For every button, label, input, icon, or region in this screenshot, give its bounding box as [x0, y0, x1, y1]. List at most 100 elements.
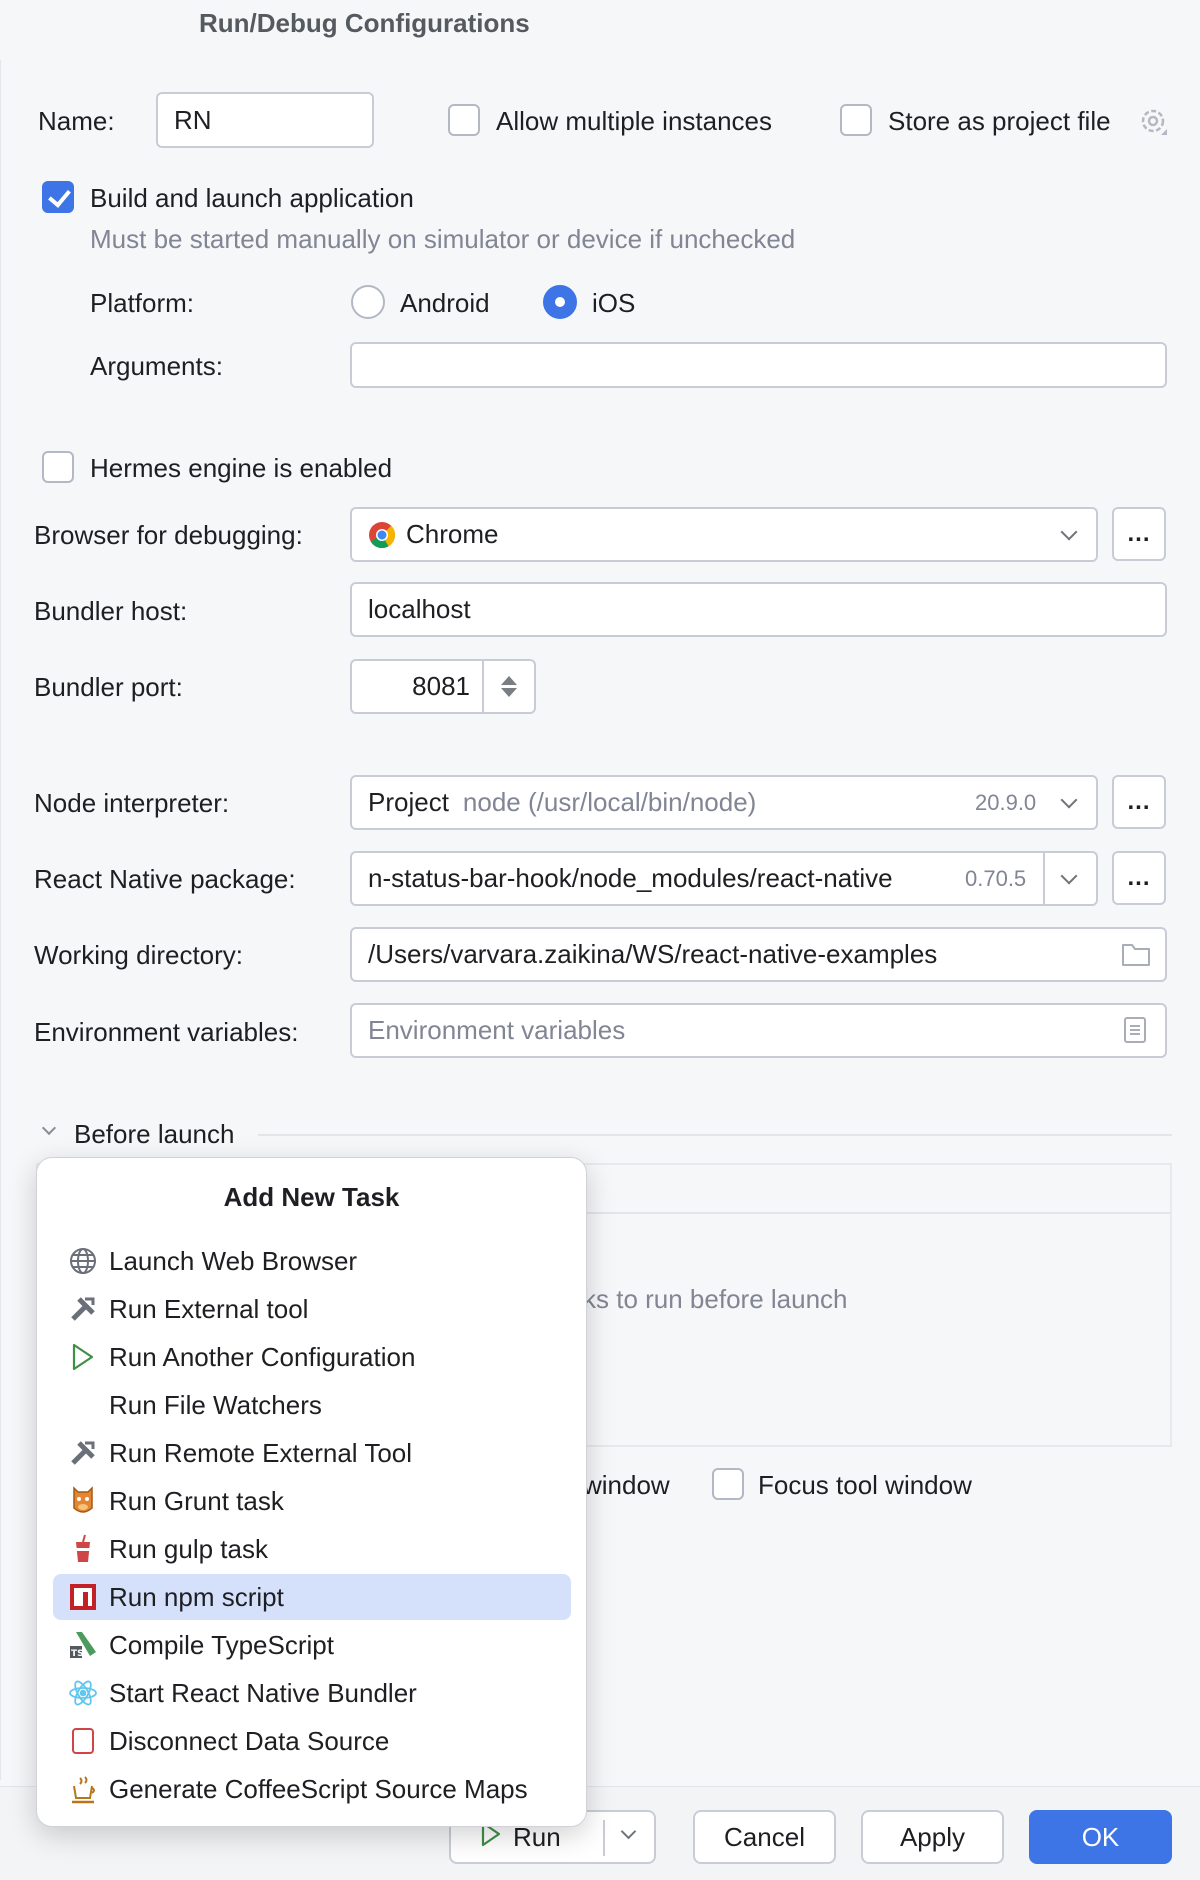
- menu-item-compile-typescript[interactable]: TS Compile TypeScript: [53, 1622, 571, 1668]
- tools-icon: [67, 1437, 99, 1469]
- node-prefix: Project: [368, 787, 449, 817]
- menu-item-launch-web-browser[interactable]: Launch Web Browser: [53, 1238, 571, 1284]
- coffeescript-icon: [67, 1773, 99, 1805]
- menu-item-start-react-native-bundler[interactable]: Start React Native Bundler: [53, 1670, 571, 1716]
- menu-item-run-grunt-task[interactable]: Run Grunt task: [53, 1478, 571, 1524]
- platform-label: Platform:: [90, 288, 195, 318]
- popup-title: Add New Task: [223, 1182, 400, 1212]
- npm-icon: [67, 1581, 99, 1613]
- run-dropdown-chevron-icon[interactable]: [620, 1823, 637, 1840]
- browser-more-button[interactable]: ...: [1112, 507, 1166, 561]
- menu-item-run-external-tool[interactable]: Run External tool: [53, 1286, 571, 1332]
- platform-ios-radio[interactable]: [543, 285, 577, 319]
- browser-dropdown[interactable]: Chrome: [350, 507, 1098, 562]
- menu-item-run-file-watchers[interactable]: Run File Watchers: [53, 1382, 571, 1428]
- bundler-port-value: 8081: [412, 671, 470, 701]
- node-interpreter-label: Node interpreter:: [34, 788, 230, 818]
- name-input[interactable]: RN: [156, 92, 374, 148]
- focus-tool-window-label: Focus tool window: [758, 1470, 972, 1500]
- node-path: node (/usr/local/bin/node): [462, 787, 757, 817]
- platform-android-radio[interactable]: [351, 285, 385, 319]
- menu-item-run-gulp-task[interactable]: Run gulp task: [53, 1526, 571, 1572]
- menu-item-label: Run Another Configuration: [109, 1341, 416, 1372]
- gulp-icon: [67, 1533, 99, 1565]
- grunt-icon: [67, 1485, 99, 1517]
- bundler-port-stepper[interactable]: 8081: [350, 659, 536, 714]
- arguments-label: Arguments:: [90, 351, 223, 381]
- hermes-checkbox[interactable]: [42, 451, 74, 483]
- platform-android-label: Android: [400, 288, 490, 318]
- menu-item-run-npm-script[interactable]: Run npm script: [53, 1574, 571, 1620]
- add-new-task-popup: Add New Task Launch Web Browser Run Exte…: [36, 1157, 587, 1827]
- stepper-arrows-icon[interactable]: [484, 676, 534, 697]
- name-input-value: RN: [174, 104, 212, 135]
- menu-item-label: Run npm script: [109, 1581, 284, 1612]
- environment-variables-input[interactable]: Environment variables: [350, 1003, 1167, 1058]
- browser-label: Browser for debugging:: [34, 520, 303, 550]
- node-more-button[interactable]: ...: [1112, 775, 1166, 829]
- datasource-icon: [67, 1725, 99, 1757]
- chrome-icon: [368, 521, 396, 549]
- ok-button[interactable]: OK: [1029, 1810, 1172, 1864]
- menu-item-label: Run Remote External Tool: [109, 1437, 413, 1468]
- store-as-project-file-checkbox[interactable]: [840, 104, 872, 136]
- menu-item-label: Start React Native Bundler: [109, 1677, 417, 1708]
- rn-package-value: n-status-bar-hook/node_modules/react-nat…: [368, 863, 893, 893]
- rn-package-divider: [1043, 853, 1045, 904]
- globe-icon: [67, 1245, 99, 1277]
- dialog-title: Run/Debug Configurations: [199, 8, 530, 38]
- hermes-label: Hermes engine is enabled: [90, 453, 393, 483]
- menu-item-run-remote-external-tool[interactable]: Run Remote External Tool: [53, 1430, 571, 1476]
- store-as-project-file-label: Store as project file: [888, 106, 1111, 136]
- build-and-launch-checkbox[interactable]: [42, 181, 74, 213]
- list-edit-icon[interactable]: [1123, 1016, 1147, 1044]
- working-directory-label: Working directory:: [34, 940, 244, 970]
- build-and-launch-label: Build and launch application: [90, 183, 414, 213]
- working-directory-input[interactable]: /Users/varvara.zaikina/WS/react-native-e…: [350, 927, 1167, 982]
- menu-item-label: Disconnect Data Source: [109, 1725, 390, 1756]
- menu-item-label: Compile TypeScript: [109, 1629, 334, 1660]
- folder-icon[interactable]: [1121, 941, 1151, 967]
- react-icon: [67, 1677, 99, 1709]
- bundler-host-input[interactable]: localhost: [350, 582, 1167, 637]
- menu-item-generate-coffeescript-source-maps[interactable]: Generate CoffeeScript Source Maps: [53, 1766, 571, 1812]
- rn-package-version: 0.70.5: [965, 866, 1027, 891]
- typescript-icon: TS: [67, 1629, 99, 1661]
- rn-package-more-button[interactable]: ...: [1112, 851, 1166, 905]
- menu-item-label: Run External tool: [109, 1293, 309, 1324]
- menu-item-label: Run File Watchers: [109, 1389, 322, 1420]
- environment-variables-placeholder: Environment variables: [368, 1015, 626, 1045]
- name-label: Name:: [38, 106, 115, 136]
- working-directory-value: /Users/varvara.zaikina/WS/react-native-e…: [368, 939, 938, 969]
- menu-item-disconnect-data-source[interactable]: Disconnect Data Source: [53, 1718, 571, 1764]
- allow-multiple-instances-checkbox[interactable]: [448, 104, 480, 136]
- menu-item-label: Generate CoffeeScript Source Maps: [109, 1773, 528, 1804]
- bundler-host-value: localhost: [368, 594, 471, 624]
- arguments-input[interactable]: [350, 342, 1167, 388]
- rn-package-label: React Native package:: [34, 864, 296, 894]
- environment-variables-label: Environment variables:: [34, 1017, 299, 1047]
- node-version: 20.9.0: [975, 790, 1037, 815]
- run-split-divider: [603, 1820, 605, 1856]
- before-launch-label[interactable]: Before launch: [74, 1119, 234, 1150]
- menu-item-run-another-configuration[interactable]: Run Another Configuration: [53, 1334, 571, 1380]
- left-panel-edge: [0, 60, 4, 1780]
- browser-value: Chrome: [406, 519, 499, 549]
- build-hint-text: Must be started manually on simulator or…: [90, 224, 796, 254]
- show-window-label: window: [583, 1470, 670, 1500]
- menu-item-label: Launch Web Browser: [109, 1245, 358, 1276]
- focus-tool-window-checkbox[interactable]: [712, 1468, 744, 1500]
- svg-text:TS: TS: [71, 1649, 84, 1659]
- cancel-button[interactable]: Cancel: [693, 1810, 836, 1864]
- gear-icon[interactable]: [1138, 106, 1168, 136]
- menu-item-label: Run gulp task: [109, 1533, 268, 1564]
- apply-button[interactable]: Apply: [861, 1810, 1004, 1864]
- allow-multiple-instances-label: Allow multiple instances: [496, 106, 773, 136]
- before-launch-empty-text: ks to run before launch: [583, 1284, 848, 1314]
- before-launch-chevron-icon[interactable]: [41, 1120, 57, 1136]
- menu-item-label: Run Grunt task: [109, 1485, 284, 1516]
- file-watchers-icon: [67, 1389, 99, 1421]
- before-launch-separator: [258, 1134, 1172, 1136]
- run-triangle-icon: [67, 1341, 99, 1373]
- tools-icon: [67, 1293, 99, 1325]
